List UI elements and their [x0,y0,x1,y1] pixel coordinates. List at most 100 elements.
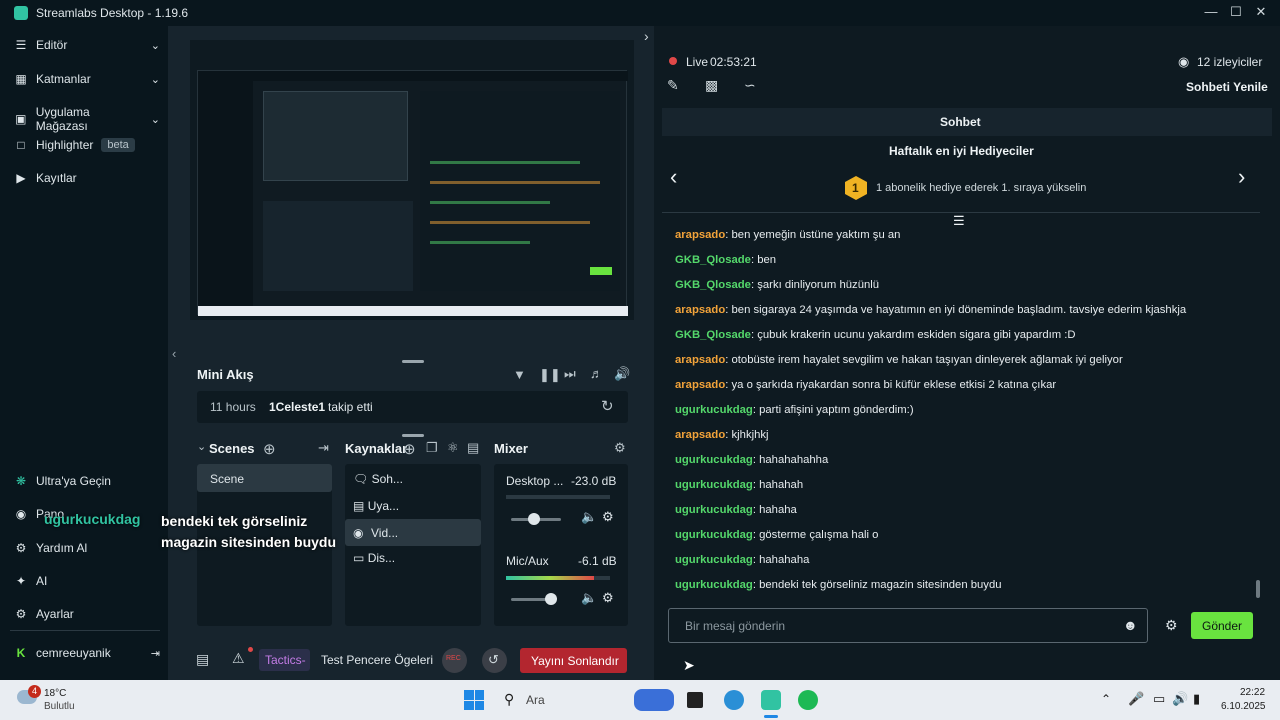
close-icon[interactable]: ✕ [1252,4,1270,20]
filter-icon[interactable]: ▼ [513,367,526,382]
battery-icon[interactable]: ▮ [1193,691,1200,707]
chevron-left-icon[interactable]: ‹ [670,164,677,190]
collapse-right-icon[interactable]: › [644,28,649,44]
sidebar-item-highlighter[interactable]: □ Highlighter beta [14,138,160,152]
volume-knob[interactable] [528,513,540,525]
chat-username[interactable]: arapsado [675,354,725,366]
skip-icon[interactable]: ⏭ [564,366,576,382]
streamlabs-taskbar-icon[interactable] [761,690,781,710]
stats-icon[interactable]: ▤ [196,651,209,668]
scene-item[interactable]: Scene [197,464,332,492]
volume-icon[interactable]: 🔊 [614,366,630,382]
folder-icon[interactable]: ▤ [467,440,479,456]
chat-username[interactable]: arapsado [675,229,725,241]
source-settings-icon[interactable]: ⚛ [447,440,459,456]
chat-username[interactable]: ugurkucukdag [675,554,753,566]
channel-gear-icon[interactable]: ⚙ [602,509,614,525]
chat-username[interactable]: ugurkucukdag [675,529,753,541]
microphone-icon[interactable]: 🎤 [1128,691,1144,707]
file-explorer-icon[interactable] [687,692,703,708]
sidebar-item-layers[interactable]: ▦ Katmanlar ⌄ [14,72,160,86]
scenes-collapse-icon[interactable]: ⌄ [197,440,206,453]
volume-slider[interactable] [511,593,557,605]
chat-username[interactable]: GKB_Qlosade [675,279,751,291]
share-icon[interactable]: ∽ [744,77,756,94]
chat-scrollbar[interactable] [1256,580,1260,598]
edge-browser-icon[interactable] [724,690,744,710]
chevron-right-icon[interactable]: › [1238,164,1245,190]
send-button[interactable]: Gönder [1191,612,1253,639]
speaker-icon[interactable]: 🔈 [581,590,597,606]
chat-username[interactable]: arapsado [675,304,725,316]
speaker-icon[interactable]: 🔈 [581,509,597,525]
source-item-alert[interactable]: ▤ Uya... [353,499,399,513]
chat-username[interactable]: GKB_Qlosade [675,254,751,266]
windows-start-icon[interactable] [464,690,484,710]
chat-username[interactable]: ugurkucukdag [675,504,753,516]
mute-alerts-icon[interactable]: ♬ [590,366,603,381]
taskbar-search[interactable]: Ara [526,693,545,707]
sidebar-item-help[interactable]: ⚙ Yardım Al [14,541,160,555]
collapse-left-icon[interactable]: ‹ [172,346,176,361]
chat-username[interactable]: ugurkucukdag [675,479,753,491]
chat-username[interactable]: arapsado [675,379,725,391]
tactics-button[interactable]: Tactics- [259,649,310,671]
chat-username[interactable]: GKB_Qlosade [675,329,751,341]
channel-gear-icon[interactable]: ⚙ [602,590,614,606]
preview-sidebar [198,81,253,316]
chat-username[interactable]: ugurkucukdag [675,404,753,416]
chat-settings-icon[interactable]: ⚙ [1165,617,1178,634]
sidebar-user[interactable]: K cemreeuyanik ⇥ [14,646,160,660]
sidebar-item-app-store[interactable]: ▣ Uygulama Mağazası ⌄ [14,105,160,133]
chat-input-box[interactable]: Bir mesaj gönderin ☻ [668,608,1148,643]
chat-username[interactable]: arapsado [675,429,725,441]
mixer-gear-icon[interactable]: ⚙ [614,440,626,456]
maximize-icon[interactable]: ☐ [1227,4,1245,20]
end-stream-button[interactable]: Yayını Sonlandır [520,648,627,673]
replay-button[interactable]: ↺ [482,648,507,673]
refresh-icon[interactable]: ↻ [601,397,614,415]
sidebar-item-recordings[interactable]: ▶ Kayıtlar [14,171,160,185]
sidebar-item-editor[interactable]: ☰ Editör ⌄ [14,38,160,52]
refresh-chat-button[interactable]: Sohbeti Yenile [1186,80,1268,94]
volume-knob[interactable] [545,593,557,605]
minimize-icon[interactable]: — [1202,4,1220,19]
add-scene-icon[interactable]: ⊕ [263,440,276,458]
resize-handle[interactable] [402,434,424,437]
source-item-video[interactable]: ◉ Vid... [345,519,481,546]
sidebar-item-ultra[interactable]: ❋ Ultra'ya Geçin [14,474,160,488]
chevron-up-icon[interactable]: ⌃ [1101,692,1111,706]
sidebar-item-settings[interactable]: ⚙ Ayarlar [14,607,160,621]
clock-time[interactable]: 22:22 [1240,687,1265,698]
username: cemreeuyanik [36,646,111,660]
volume-taskbar-icon[interactable]: 🔊 [1172,691,1188,707]
clock-date[interactable]: 6.10.2025 [1221,701,1266,712]
collapse-gifters-icon[interactable]: ☰ [953,213,965,229]
scene-transition-icon[interactable]: ⇥ [318,440,329,456]
search-icon[interactable]: ⚲ [504,691,514,708]
chat-text: : ben yemeğin üstüne yaktım şu an [725,229,901,241]
volume-slider[interactable] [511,513,561,525]
logout-icon[interactable]: ⇥ [151,647,160,660]
emoji-icon[interactable]: ☻ [1123,617,1138,633]
network-icon[interactable]: ▭ [1153,691,1165,707]
test-widgets-button[interactable]: Test Pencere Ögeleri [321,653,433,667]
warning-icon[interactable]: ⚠ [232,650,245,667]
clips-icon[interactable]: ▩ [705,77,718,94]
edit-icon[interactable]: ✎ [667,77,679,94]
stream-preview[interactable] [190,40,634,320]
chat-text: : otobüste irem hayalet sevgilim ve haka… [725,354,1123,366]
pause-icon[interactable]: ❚❚ [539,367,561,383]
group-icon[interactable]: ❐ [426,440,438,456]
chat-text: : gösterme çalışma hali o [752,529,879,541]
rec-button[interactable]: REC [442,648,467,673]
source-item-display[interactable]: ▭ Dis... [353,551,395,565]
add-source-icon[interactable]: ⊕ [403,440,416,458]
resize-handle[interactable] [402,360,424,363]
spotify-icon[interactable] [798,690,818,710]
widgets-game-icon[interactable] [634,689,674,711]
chat-username[interactable]: ugurkucukdag [675,579,753,591]
source-item-chat[interactable]: 🗨 Soh... [353,472,403,486]
sidebar-item-ai[interactable]: ✦ AI [14,574,160,588]
chat-username[interactable]: ugurkucukdag [675,454,753,466]
